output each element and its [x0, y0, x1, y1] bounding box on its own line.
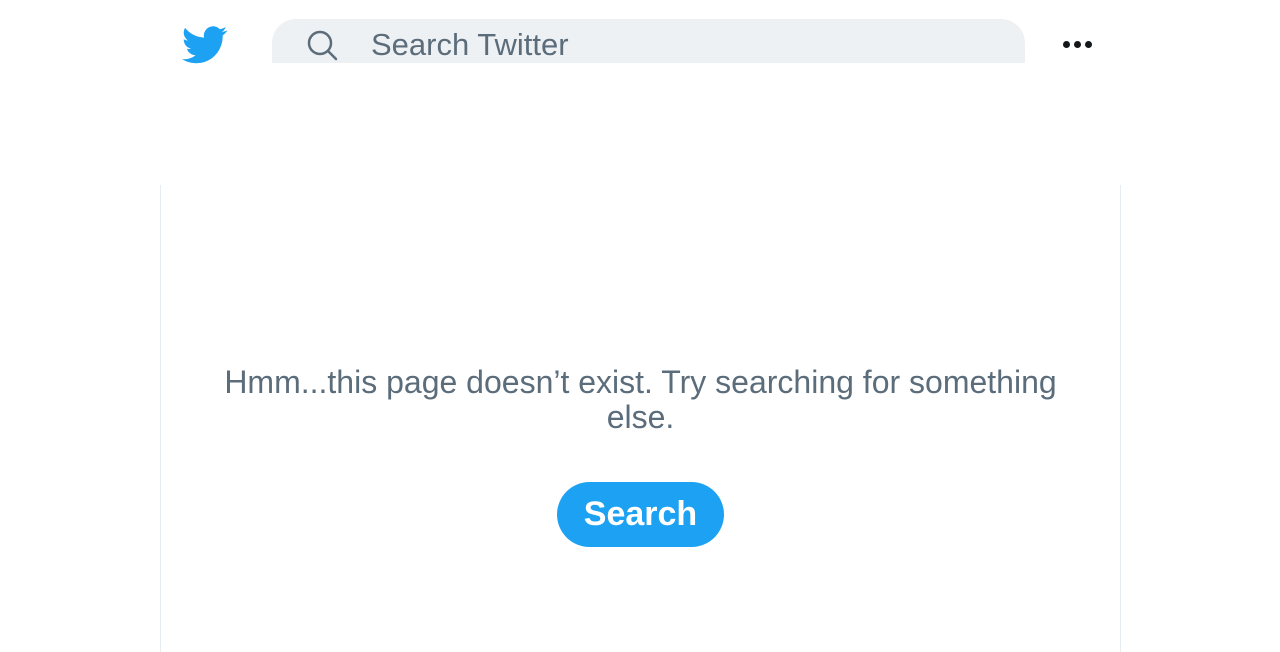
dot — [1063, 41, 1070, 48]
error-message: Hmm...this page doesn’t exist. Try searc… — [224, 364, 1057, 435]
dot — [1074, 41, 1081, 48]
main-panel: Hmm...this page doesn’t exist. Try searc… — [160, 185, 1121, 652]
more-dots-icon[interactable] — [1060, 34, 1094, 56]
dot — [1085, 41, 1092, 48]
twitter-bird-icon[interactable] — [181, 26, 228, 64]
error-message-container: Hmm...this page doesn’t exist. Try searc… — [161, 365, 1120, 435]
search-button[interactable]: Search — [557, 482, 724, 547]
search-icon — [306, 29, 338, 61]
top-bar: Search Twitter — [0, 0, 1280, 90]
search-input[interactable]: Search Twitter — [371, 26, 569, 64]
